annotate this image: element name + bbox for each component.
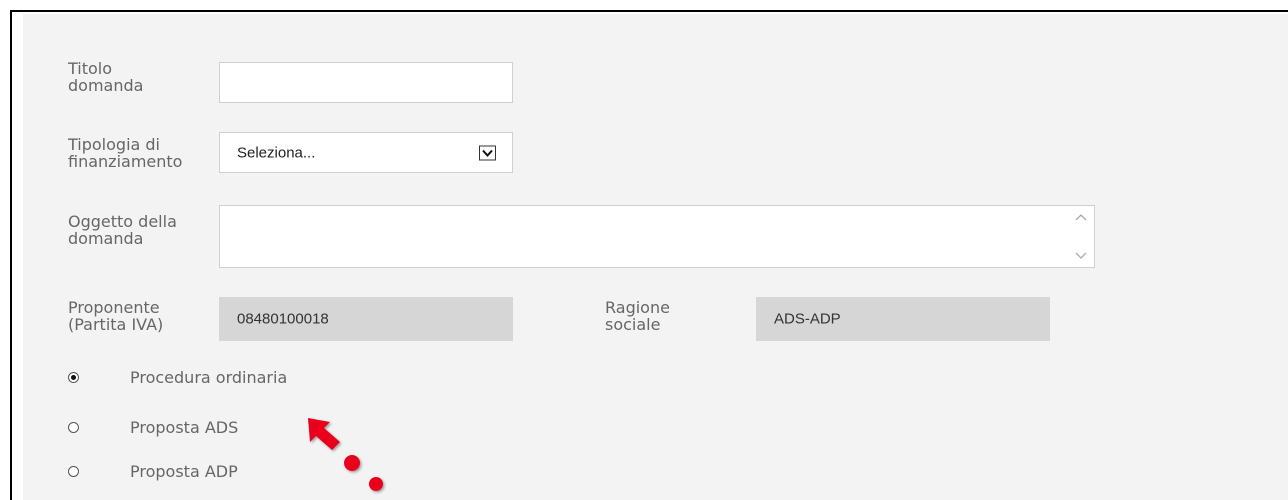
ragione-value: ADS-ADP bbox=[774, 310, 841, 328]
radio-button[interactable] bbox=[68, 466, 79, 477]
chevron-up-icon[interactable] bbox=[1074, 212, 1088, 222]
ragione-field: ADS-ADP bbox=[756, 297, 1050, 341]
radio-label: Proposta ADP bbox=[130, 462, 238, 481]
chevron-down-icon[interactable] bbox=[1074, 251, 1088, 261]
oggetto-label: Oggetto della domanda bbox=[68, 212, 177, 248]
tipologia-label: Tipologia di finanziamento bbox=[68, 135, 183, 171]
titolo-input[interactable] bbox=[219, 62, 513, 103]
titolo-label: Titolo domanda bbox=[68, 59, 144, 95]
proponente-field: 08480100018 bbox=[219, 297, 513, 341]
chevron-down-icon[interactable] bbox=[479, 145, 496, 160]
radio-label: Procedura ordinaria bbox=[130, 368, 288, 387]
radio-label: Proposta ADS bbox=[130, 418, 239, 437]
ragione-label: Ragione sociale bbox=[605, 298, 670, 334]
red-arrow-icon bbox=[308, 418, 383, 491]
proponente-value: 08480100018 bbox=[237, 310, 329, 328]
radio-button[interactable] bbox=[68, 372, 79, 383]
textarea-scrollbar[interactable] bbox=[1074, 206, 1088, 267]
oggetto-textarea[interactable] bbox=[219, 205, 1095, 268]
proponente-label: Proponente (Partita IVA) bbox=[68, 298, 164, 334]
tipologia-selected-value: Seleziona... bbox=[237, 144, 316, 161]
tipologia-select[interactable]: Seleziona... bbox=[219, 132, 513, 173]
radio-button[interactable] bbox=[68, 422, 79, 433]
